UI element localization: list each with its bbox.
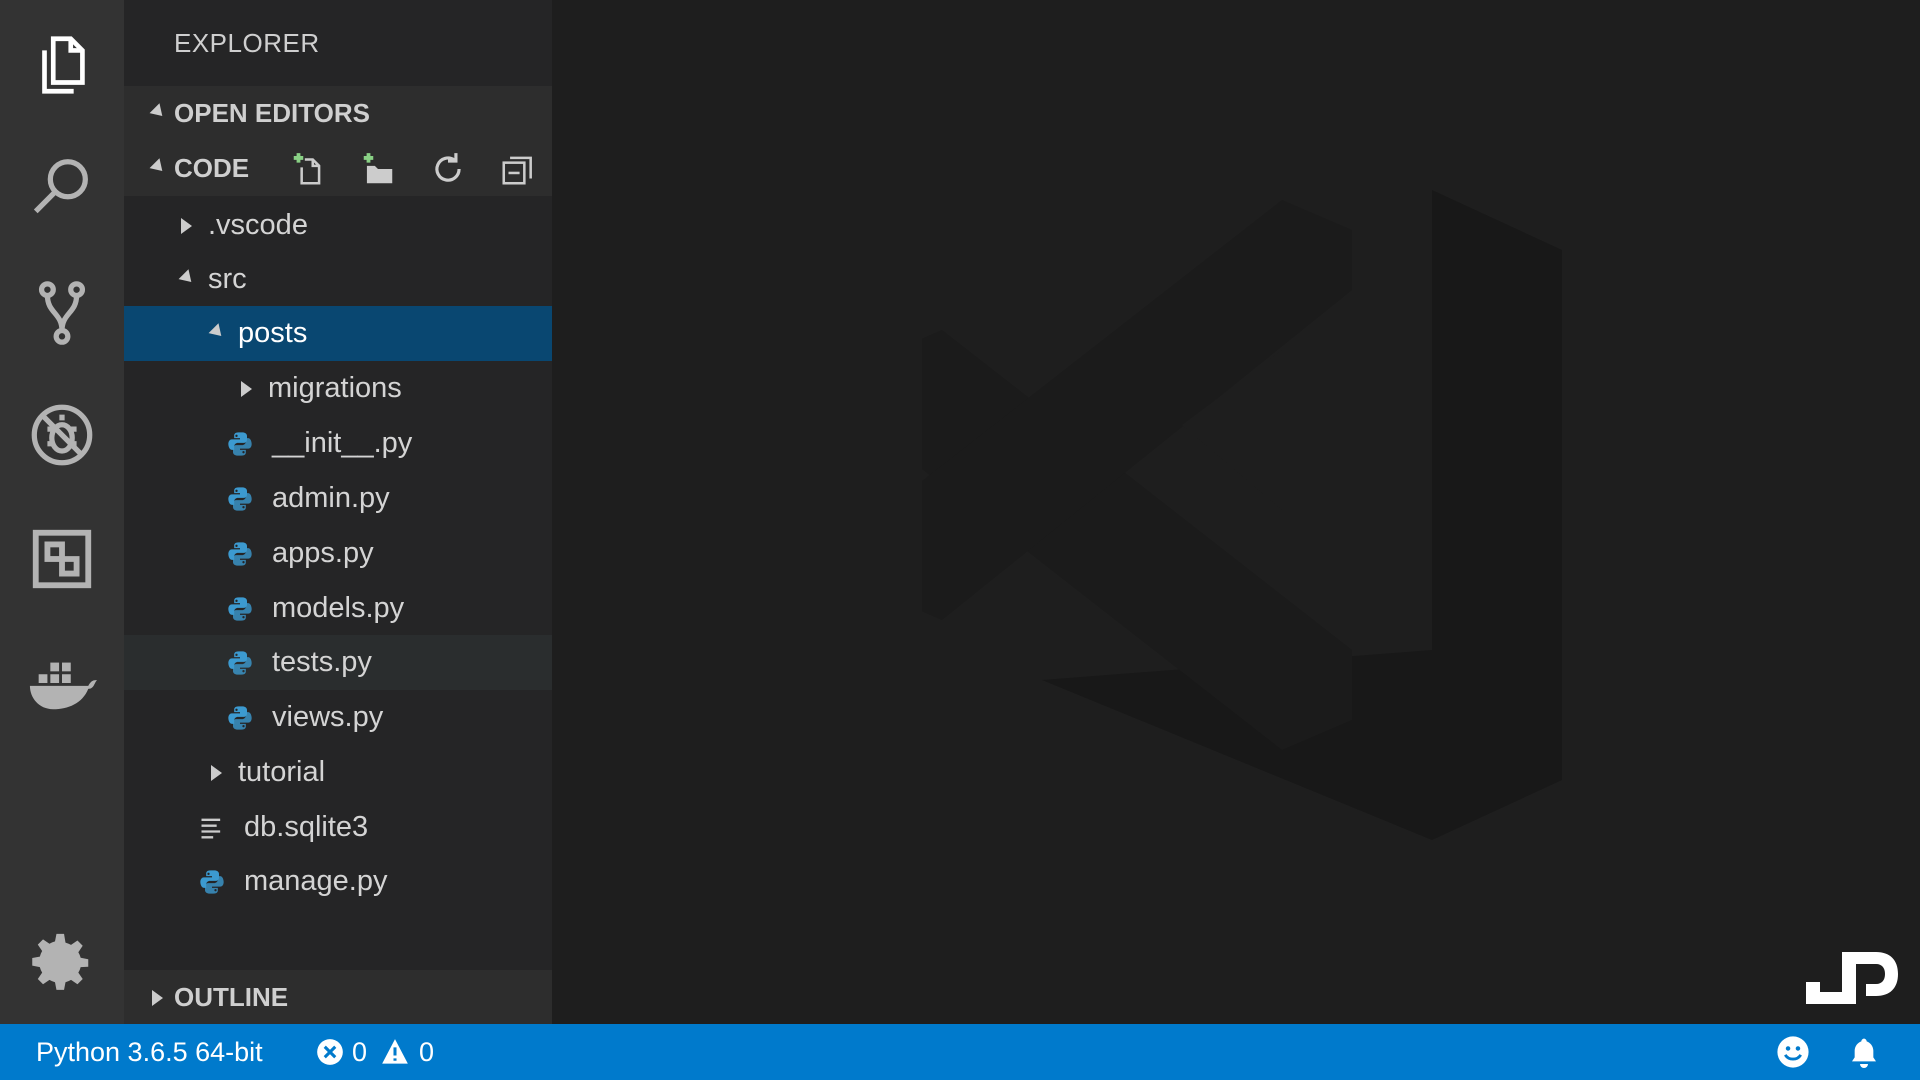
tree-item-label: src xyxy=(208,263,247,295)
open-editors-section-header[interactable]: OPEN EDITORS xyxy=(124,86,552,141)
tree-file-manage-py[interactable]: manage.py xyxy=(124,854,552,909)
collapsed-chevron-icon xyxy=(124,989,174,1006)
explorer-icon[interactable] xyxy=(0,10,124,120)
channel-brand-logo-icon xyxy=(1806,952,1898,1004)
refresh-icon[interactable] xyxy=(426,147,470,191)
code-folder-section-header[interactable]: CODE xyxy=(124,141,552,196)
expanded-chevron-icon xyxy=(124,158,174,176)
tree-item-label: migrations xyxy=(268,372,402,404)
python-file-icon xyxy=(224,428,256,460)
settings-gear-icon[interactable] xyxy=(0,908,124,1018)
tree-file-views-py[interactable]: views.py xyxy=(124,690,552,745)
tree-item-label: apps.py xyxy=(272,537,374,569)
tree-item-label: tutorial xyxy=(238,756,326,788)
vscode-window: EXPLORER OPEN EDITORS CODE .vscode src p… xyxy=(0,0,1920,1080)
editor-area xyxy=(552,0,1920,1024)
section-label: OUTLINE xyxy=(174,982,289,1012)
search-icon[interactable] xyxy=(0,133,124,243)
section-label: OPEN EDITORS xyxy=(174,98,371,128)
section-label: CODE xyxy=(174,153,250,183)
debug-icon[interactable] xyxy=(0,380,124,490)
docker-icon[interactable] xyxy=(0,628,124,738)
python-file-icon xyxy=(224,702,256,734)
tree-item-label: manage.py xyxy=(244,865,388,897)
tree-item-label: __init__.py xyxy=(272,427,413,459)
explorer-sidebar: EXPLORER OPEN EDITORS CODE .vscode src p… xyxy=(124,0,552,1025)
outline-section-header[interactable]: OUTLINE xyxy=(124,970,552,1025)
collapsed-chevron-icon xyxy=(172,217,200,234)
error-icon xyxy=(317,1039,343,1065)
python-file-icon xyxy=(224,538,256,570)
problems-indicator[interactable]: 0 0 xyxy=(316,1037,434,1068)
notifications-bell-icon[interactable] xyxy=(1848,1036,1880,1068)
status-bar: Python 3.6.5 64-bit 0 0 xyxy=(0,1024,1920,1080)
collapsed-chevron-icon xyxy=(202,764,230,781)
python-file-icon xyxy=(224,483,256,515)
extensions-icon[interactable] xyxy=(0,504,124,614)
tree-file-apps-py[interactable]: apps.py xyxy=(124,526,552,581)
expanded-chevron-icon xyxy=(202,323,230,341)
tree-file-models-py[interactable]: models.py xyxy=(124,581,552,636)
source-control-icon[interactable] xyxy=(0,258,124,368)
vscode-watermark-logo xyxy=(922,190,1562,840)
python-file-icon xyxy=(196,866,228,898)
new-folder-icon[interactable] xyxy=(356,147,400,191)
tree-item-label: .vscode xyxy=(208,209,308,241)
tree-item-label: models.py xyxy=(272,592,405,624)
python-file-icon xyxy=(224,647,256,679)
tree-file-admin-py[interactable]: admin.py xyxy=(124,471,552,526)
tree-item-label: db.sqlite3 xyxy=(244,811,369,843)
error-count: 0 xyxy=(352,1036,368,1067)
python-interpreter-selector[interactable]: Python 3.6.5 64-bit xyxy=(36,1037,263,1068)
tree-folder-migrations[interactable]: migrations xyxy=(124,361,552,416)
expanded-chevron-icon xyxy=(172,269,200,287)
expanded-chevron-icon xyxy=(124,103,174,121)
new-file-icon[interactable] xyxy=(286,147,330,191)
tree-folder-tutorial[interactable]: tutorial xyxy=(124,745,552,800)
tree-item-label: tests.py xyxy=(272,646,372,678)
interpreter-label: Python 3.6.5 64-bit xyxy=(36,1036,263,1067)
tree-file-tests-py[interactable]: tests.py xyxy=(124,635,552,690)
tree-file-db-sqlite3[interactable]: db.sqlite3 xyxy=(124,800,552,855)
collapsed-chevron-icon xyxy=(232,380,260,397)
collapse-all-icon[interactable] xyxy=(496,147,540,191)
tree-item-label: admin.py xyxy=(272,482,390,514)
tree-file-init-py[interactable]: __init__.py xyxy=(124,416,552,471)
tree-folder-vscode[interactable]: .vscode xyxy=(124,198,552,253)
warning-icon xyxy=(382,1039,408,1064)
sidebar-title: EXPLORER xyxy=(174,28,320,58)
text-file-icon xyxy=(196,812,228,844)
tree-item-label: views.py xyxy=(272,701,384,733)
warning-count: 0 xyxy=(419,1036,435,1067)
tree-folder-posts[interactable]: posts xyxy=(124,306,552,361)
feedback-smiley-icon[interactable] xyxy=(1776,1035,1810,1069)
tree-folder-src[interactable]: src xyxy=(124,252,552,307)
tree-item-label: posts xyxy=(238,317,308,349)
python-file-icon xyxy=(224,593,256,625)
activity-bar xyxy=(0,0,124,1024)
